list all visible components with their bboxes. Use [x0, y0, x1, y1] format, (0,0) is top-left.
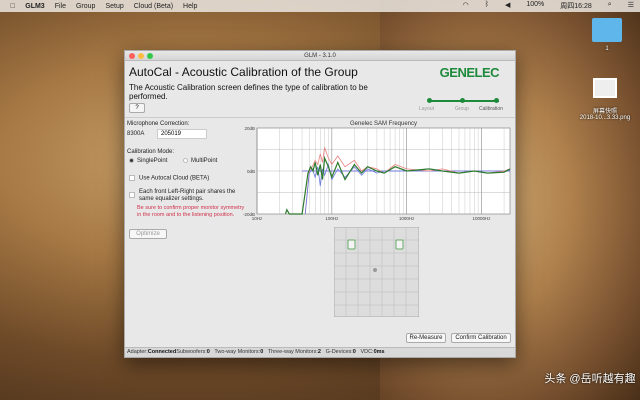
x-tick-label: 10000Hz — [473, 216, 492, 221]
apple-icon[interactable]:  — [10, 3, 15, 10]
menu-setup[interactable]: Setup — [105, 3, 123, 10]
x-tick-label: 100Hz — [325, 216, 339, 221]
wifi-icon[interactable]: ◠ — [463, 1, 469, 11]
status-adapter-value: Connected — [147, 349, 177, 355]
status-vdc-value: 0ms — [373, 349, 385, 355]
menu-file[interactable]: File — [55, 3, 66, 10]
radio-icon — [129, 158, 134, 163]
status-twoway-value: 0 — [260, 349, 264, 355]
re-measure-button[interactable]: Re-Measure — [406, 333, 446, 343]
step-calibration[interactable]: Calibration — [479, 106, 503, 112]
search-icon[interactable]: ⌕ — [608, 1, 612, 11]
x-tick-label: 10Hz — [252, 216, 263, 221]
window-title: GLM - 3.1.0 — [304, 53, 336, 59]
clock[interactable]: 周四16:28 — [560, 1, 592, 11]
checkbox-label: Each front Left-Right pair shares the sa… — [139, 189, 236, 202]
file-icon[interactable] — [593, 78, 617, 98]
radio-label: MultiPoint — [191, 158, 218, 165]
file-label-1: 屏幕快照 — [592, 109, 617, 115]
menu-app[interactable]: GLM3 — [25, 3, 44, 10]
mode-label: Calibration Mode: — [127, 149, 175, 155]
listener-icon — [373, 268, 377, 272]
step-dot-calibration — [494, 98, 499, 103]
glm-window: GLM - 3.1.0 AutoCal - Acoustic Calibrati… — [124, 50, 516, 358]
mic-label: Microphone Correction: — [127, 121, 190, 127]
radio-singlepoint[interactable]: SinglePoint — [129, 158, 167, 164]
confirm-calibration-button[interactable]: Confirm Calibration — [451, 333, 511, 343]
status-twoway-label: Two-way Monitors: — [214, 349, 261, 355]
status-subwoofers-label: Subwoofers: — [176, 349, 207, 355]
step-layout[interactable]: Layout — [419, 106, 434, 112]
menu-group[interactable]: Group — [76, 3, 95, 10]
step-group[interactable]: Group — [455, 106, 469, 112]
status-threeway-value: 2 — [317, 349, 321, 355]
step-dot-group — [460, 98, 465, 103]
checkbox-icon — [129, 192, 135, 198]
x-tick-label: 1000Hz — [399, 216, 415, 221]
close-button[interactable] — [129, 53, 135, 59]
pair-checkbox[interactable]: Each front Left-Right pair shares the sa… — [129, 189, 241, 203]
progress-steps: Layout Group Calibration — [419, 98, 509, 115]
mic-serial-input[interactable]: 205019 — [157, 129, 207, 139]
y-tick-label: 20dB — [244, 126, 255, 131]
bluetooth-icon[interactable]: ᛒ — [485, 1, 489, 11]
page-title: AutoCal - Acoustic Calibration of the Gr… — [129, 65, 358, 79]
optimize-button[interactable]: Optimize — [129, 229, 167, 239]
page-description: The Acoustic Calibration screen defines … — [129, 83, 368, 101]
genelec-logo: GENELEC — [439, 65, 500, 80]
cloud-checkbox[interactable]: Use Autocal Cloud (BETA) — [129, 175, 209, 182]
status-adapter-label: Adapter: — [127, 349, 148, 355]
menu-help[interactable]: Help — [183, 3, 197, 10]
help-button[interactable]: ? — [129, 103, 145, 113]
status-threeway-label: Three-way Monitors: — [267, 349, 318, 355]
warning-text: Be sure to confirm proper monitor symmet… — [137, 205, 245, 218]
menu-cloud[interactable]: Cloud (Beta) — [134, 3, 173, 10]
mic-model: 8300A — [127, 131, 145, 137]
radio-label: SinglePoint — [137, 158, 168, 165]
status-bar: Adapter:ConnectedSubwoofers:0 Two-way Mo… — [125, 347, 515, 357]
title-bar[interactable]: GLM - 3.1.0 — [125, 51, 515, 61]
folder-icon[interactable] — [592, 18, 622, 42]
frequency-chart: Genelec SAM Frequency20dB0dB-20dB10Hz 100… — [243, 121, 511, 221]
status-subwoofers-value: 0 — [206, 349, 210, 355]
battery-text[interactable]: 100% — [526, 1, 544, 11]
chart-title: Genelec SAM Frequency — [350, 121, 417, 127]
checkbox-icon — [129, 175, 135, 181]
zoom-button[interactable] — [147, 53, 153, 59]
divider — [125, 117, 515, 118]
step-dot-layout — [427, 98, 432, 103]
watermark: 头条 @岳听越有趣 — [544, 373, 636, 385]
status-vdc-label: VDC: — [360, 349, 374, 355]
minimize-button[interactable] — [138, 53, 144, 59]
status-gdevices-label: G-Devices: — [325, 349, 353, 355]
speaker-right-icon — [395, 239, 404, 250]
radio-multipoint[interactable]: MultiPoint — [183, 158, 217, 164]
status-gdevices-value: 0 — [352, 349, 356, 355]
room-layout-grid[interactable] — [334, 227, 419, 317]
list-icon[interactable]: ☰ — [628, 1, 634, 11]
folder-label: 1 — [605, 46, 609, 52]
file-label-2: 2018-10...3.33.png — [579, 115, 631, 121]
volume-icon[interactable]: ◀ — [505, 1, 510, 11]
speaker-left-icon — [347, 239, 356, 250]
y-tick-label: 0dB — [247, 169, 255, 174]
menu-bar:  GLM3 File Group Setup Cloud (Beta) Hel… — [0, 0, 640, 12]
checkbox-label: Use Autocal Cloud (BETA) — [139, 175, 210, 182]
radio-icon — [183, 158, 188, 163]
